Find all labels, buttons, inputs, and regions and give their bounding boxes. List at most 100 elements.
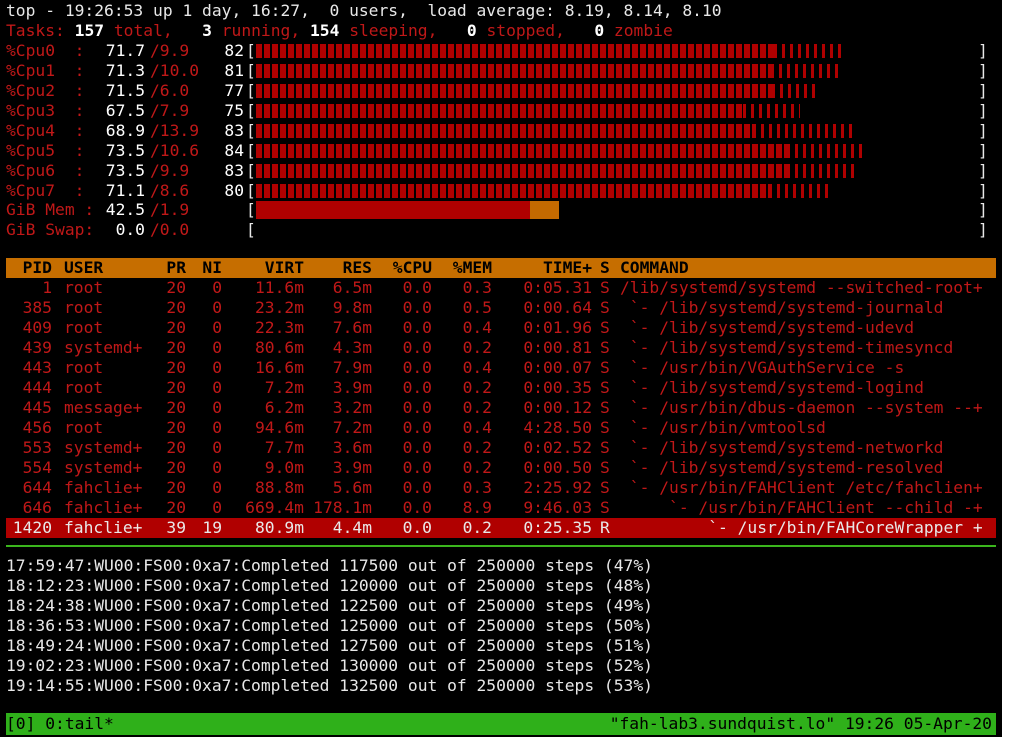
process-table-header[interactable]: PID USER PR NI VIRT RES %CPU %MEM TIME+ … bbox=[6, 258, 996, 278]
window-list[interactable]: [0] 0:tail* bbox=[6, 714, 114, 734]
cpu-user-percent: 71.1 bbox=[105, 181, 145, 200]
col-pid[interactable]: PID bbox=[6, 258, 52, 278]
process-nice: 0 bbox=[212, 378, 222, 397]
process-row[interactable]: 644 fahclie+ 20 0 88.8m 5.6m 0.0 0.3 2:25.92 S `-… bbox=[6, 478, 996, 498]
cpu-system-bar bbox=[769, 184, 831, 198]
pane-divider[interactable] bbox=[6, 545, 996, 547]
process-pid: 646 bbox=[22, 498, 52, 517]
col-mem[interactable]: %MEM bbox=[436, 258, 492, 278]
col-cpu[interactable]: %CPU bbox=[376, 258, 432, 278]
col-user[interactable]: USER bbox=[64, 258, 103, 278]
cpu-system-percent: /10.0 bbox=[150, 61, 200, 80]
tasks-zombie-label: zombie bbox=[604, 21, 673, 40]
cpu-bracket-left: [ bbox=[246, 81, 256, 100]
tmux-status-bar: [0] 0:tail* "fah-lab3.sundquist.lo" 19:2… bbox=[6, 713, 996, 735]
cpu-bracket-right: ] bbox=[978, 181, 988, 200]
process-cpu-time: 0:00.07 bbox=[523, 358, 592, 377]
process-mem-percent: 8.9 bbox=[462, 498, 492, 517]
process-user: root bbox=[64, 318, 104, 337]
swap-used: 0.0 bbox=[115, 220, 145, 239]
tasks-sleeping-label: sleeping, bbox=[339, 21, 438, 40]
process-row[interactable]: 445 message+ 20 0 6.2m 3.2m 0.0 0.2 0:00.12 S `- … bbox=[6, 398, 996, 418]
cpu-bracket-left: [ bbox=[246, 141, 256, 160]
process-row[interactable]: 409 root 20 0 22.3m 7.6m 0.0 0.4 0:01.96 S `- /li… bbox=[6, 318, 996, 338]
process-row[interactable]: 443 root 20 0 16.6m 7.9m 0.0 0.4 0:00.07 S `- /us… bbox=[6, 358, 996, 378]
process-mem-percent: 0.4 bbox=[462, 358, 492, 377]
col-res[interactable]: RES bbox=[308, 258, 372, 278]
swap-total: /0.0 bbox=[150, 220, 190, 239]
cpu-bracket-right: ] bbox=[978, 81, 988, 100]
tasks-running: 3 bbox=[202, 21, 212, 40]
cpu-system-bar bbox=[787, 164, 858, 178]
process-state: S bbox=[600, 338, 610, 357]
process-state: R bbox=[600, 518, 610, 537]
process-nice: 0 bbox=[212, 498, 222, 517]
process-nice: 0 bbox=[212, 338, 222, 357]
process-mem-percent: 0.2 bbox=[462, 438, 492, 457]
process-state: S bbox=[600, 358, 610, 377]
process-priority: 20 bbox=[166, 338, 186, 357]
col-time[interactable]: TIME+ bbox=[496, 258, 592, 278]
cpu-user-bar bbox=[256, 124, 753, 138]
process-row[interactable]: 385 root 20 0 23.2m 9.8m 0.0 0.5 0:00.64 S `- /li… bbox=[6, 298, 996, 318]
process-pid: 385 bbox=[22, 298, 52, 317]
process-row[interactable]: 553 systemd+ 20 0 7.7m 3.6m 0.0 0.2 0:02.52 S `- … bbox=[6, 438, 996, 458]
process-priority: 20 bbox=[166, 458, 186, 477]
process-cpu-time: 9:46.03 bbox=[523, 498, 592, 517]
process-row[interactable]: 1 root 20 0 11.6m 6.5m 0.0 0.3 0:05.31 S/lib/syst… bbox=[6, 278, 996, 298]
cpu-user-percent: 71.7 bbox=[105, 41, 145, 60]
process-pid: 1420 bbox=[12, 518, 52, 537]
process-res: 7.2m bbox=[332, 418, 372, 437]
process-cpu-percent: 0.0 bbox=[402, 418, 432, 437]
process-mem-percent: 0.5 bbox=[462, 298, 492, 317]
process-cpu-percent: 0.0 bbox=[402, 458, 432, 477]
process-pid: 443 bbox=[22, 358, 52, 377]
process-user: fahclie+ bbox=[64, 478, 143, 497]
process-command: `- /usr/bin/FAHClient --child -+ bbox=[620, 498, 983, 517]
tasks-zombie: 0 bbox=[594, 21, 605, 40]
col-virt[interactable]: VIRT bbox=[232, 258, 304, 278]
cpu-system-bar bbox=[772, 84, 815, 98]
col-pr[interactable]: PR bbox=[156, 258, 186, 278]
process-nice: 0 bbox=[212, 418, 222, 437]
cpu-user-percent: 71.5 bbox=[105, 81, 145, 100]
swap-label: GiB Swap: bbox=[6, 220, 95, 239]
mem-buffer-bar bbox=[530, 201, 559, 219]
cpu-user-percent: 68.9 bbox=[105, 121, 145, 140]
process-priority: 39 bbox=[166, 518, 186, 537]
process-mem-percent: 0.2 bbox=[462, 338, 492, 357]
cpu-user-bar bbox=[256, 184, 769, 198]
process-cpu-percent: 0.0 bbox=[402, 358, 432, 377]
col-command[interactable]: COMMAND bbox=[620, 258, 689, 278]
process-row[interactable]: 554 systemd+ 20 0 9.0m 3.9m 0.0 0.2 0:00.50 S `- … bbox=[6, 458, 996, 478]
process-cpu-percent: 0.0 bbox=[402, 398, 432, 417]
mem-bracket-right: ] bbox=[978, 200, 988, 219]
process-row[interactable]: 456 root 20 0 94.6m 7.2m 0.0 0.4 4:28.50 S `- /us… bbox=[6, 418, 996, 438]
process-state: S bbox=[600, 378, 610, 397]
process-virt: 669.4m bbox=[245, 498, 304, 517]
process-row[interactable]: 444 root 20 0 7.2m 3.9m 0.0 0.2 0:00.35 S `- /lib… bbox=[6, 378, 996, 398]
process-row[interactable]: 439 systemd+ 20 0 80.6m 4.3m 0.0 0.2 0:00.81 S `-… bbox=[6, 338, 996, 358]
mem-label: GiB Mem : bbox=[6, 200, 95, 219]
process-cpu-time: 0:00.50 bbox=[523, 458, 592, 477]
col-state[interactable]: S bbox=[600, 258, 610, 278]
process-cpu-percent: 0.0 bbox=[402, 298, 432, 317]
process-cpu-time: 0:05.31 bbox=[523, 278, 592, 297]
process-virt: 22.3m bbox=[254, 318, 304, 337]
col-ni[interactable]: NI bbox=[196, 258, 222, 278]
process-state: S bbox=[600, 318, 610, 337]
process-virt: 80.6m bbox=[254, 338, 304, 357]
process-nice: 0 bbox=[212, 298, 222, 317]
log-line: 19:02:23:WU00:FS00:0xa7:Completed 130000… bbox=[6, 656, 653, 675]
process-nice: 0 bbox=[212, 458, 222, 477]
cpu-bracket-right: ] bbox=[978, 101, 988, 120]
cpu-bracket-right: ] bbox=[978, 161, 988, 180]
swap-bracket-left: [ bbox=[246, 220, 256, 239]
process-state: S bbox=[600, 418, 610, 437]
process-row-selected[interactable]: 1420 fahclie+ 39 19 80.9m 4.4m 0.0 0.2 0:25.35 R … bbox=[6, 518, 996, 538]
terminal-window[interactable]: top - 19:26:53 up 1 day, 16:27, 0 users,… bbox=[0, 0, 1002, 737]
process-row[interactable]: 646 fahclie+ 20 0 669.4m 178.1m 0.0 8.9 9:46.03 S… bbox=[6, 498, 996, 518]
cpu-bracket-right: ] bbox=[978, 41, 988, 60]
process-cpu-percent: 0.0 bbox=[402, 518, 432, 537]
cpu-label: %Cpu6 : bbox=[6, 161, 85, 180]
